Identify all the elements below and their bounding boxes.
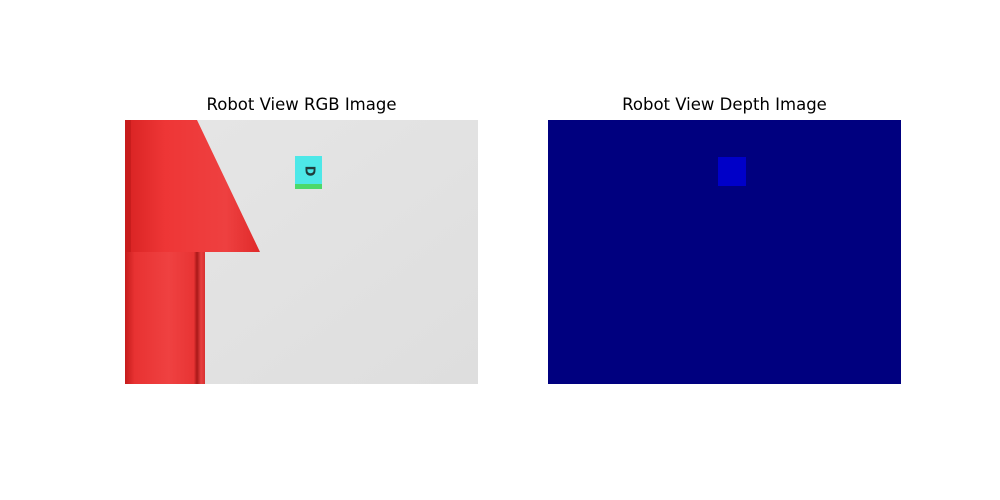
depth-image-panel [548,120,901,384]
rgb-image-title: Robot View RGB Image [206,95,397,114]
cube-base [295,184,322,189]
depth-image-title: Robot View Depth Image [622,95,827,114]
rgb-image-panel: D [125,120,478,384]
cube-letter: D [302,166,317,177]
gripper-cone-shadow [125,120,131,252]
depth-cube-region [718,157,746,186]
gripper-shaft [125,250,205,384]
depth-image-canvas [548,120,901,384]
cube-object: D [295,156,322,189]
rgb-image-canvas: D [125,120,478,384]
